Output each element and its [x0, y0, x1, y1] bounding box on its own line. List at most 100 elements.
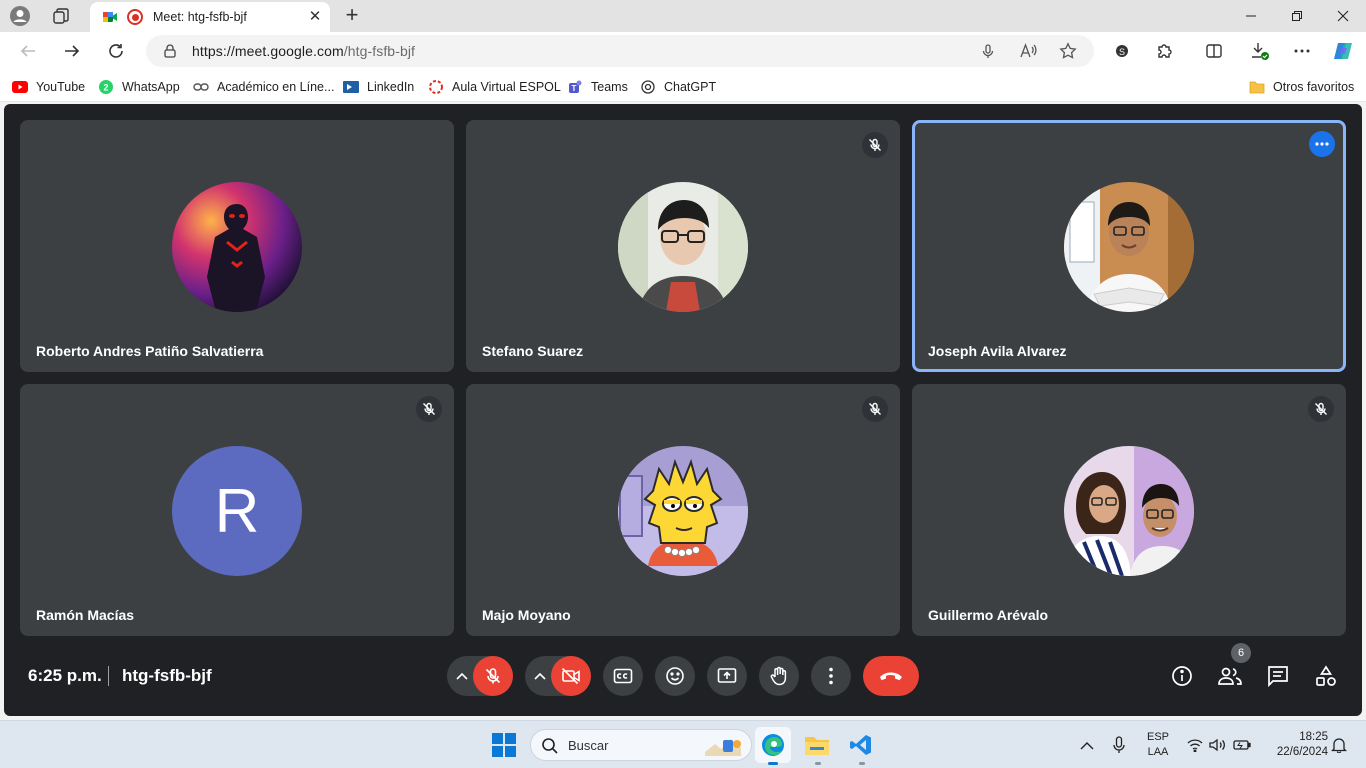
microphone-toggle-button[interactable] [473, 656, 513, 696]
raise-hand-button[interactable] [759, 656, 799, 696]
input-language[interactable]: ESP LAA [1142, 730, 1174, 760]
chevron-up-icon[interactable] [533, 668, 547, 684]
audio-control-group [447, 656, 513, 696]
edge-taskbar-app[interactable] [755, 727, 791, 763]
meeting-details-icon[interactable] [1169, 663, 1195, 689]
restore-button[interactable] [1274, 0, 1320, 32]
video-control-group [525, 656, 591, 696]
taskbar-search-box[interactable]: Buscar [530, 729, 752, 761]
participant-tile[interactable]: Guillermo Arévalo [912, 384, 1346, 636]
bookmark-label: Otros favoritos [1273, 80, 1355, 94]
back-icon[interactable] [14, 38, 42, 64]
leave-call-button[interactable] [863, 656, 919, 696]
folder-icon [1249, 79, 1265, 95]
bookmark-linkedin[interactable]: LinkedIn [343, 78, 414, 96]
microphone-icon[interactable] [978, 41, 998, 61]
windows-start-icon[interactable] [492, 733, 516, 757]
favorite-star-icon[interactable] [1058, 41, 1078, 61]
aula-virtual-icon [428, 79, 444, 95]
youtube-icon [12, 79, 28, 95]
chevron-up-icon[interactable] [455, 668, 469, 684]
participant-avatar [1064, 182, 1194, 312]
mic-off-icon [416, 396, 442, 422]
close-window-button[interactable] [1320, 0, 1366, 32]
bookmark-label: LinkedIn [367, 80, 415, 94]
captions-button[interactable] [603, 656, 643, 696]
people-icon[interactable] [1217, 663, 1243, 689]
split-screen-icon[interactable] [1202, 40, 1226, 62]
downloads-icon[interactable] [1248, 40, 1272, 62]
tab-meet[interactable]: Meet: htg-fsfb-bjf ✕ [90, 2, 330, 32]
meeting-code: htg-fsfb-bjf [122, 666, 212, 685]
new-tab-button[interactable]: + [340, 4, 364, 27]
notification-bell-icon[interactable] [1330, 736, 1348, 754]
close-tab-icon[interactable]: ✕ [306, 8, 324, 26]
lock-icon[interactable] [162, 43, 178, 59]
search-highlight-icon [701, 734, 745, 758]
participant-name: Joseph Avila Alvarez [928, 343, 1067, 359]
bookmark-teams[interactable]: T Teams [567, 78, 628, 96]
app-indicator [859, 762, 865, 765]
profile-icon[interactable] [8, 4, 32, 28]
participant-tile-active[interactable]: Joseph Avila Alvarez [912, 120, 1346, 372]
volume-icon[interactable] [1209, 736, 1227, 754]
bookmark-otros-favoritos[interactable]: Otros favoritos [1249, 78, 1354, 96]
participant-avatar [618, 182, 748, 312]
url-path: /htg-fsfb-bjf [343, 43, 416, 59]
link-icon [193, 79, 209, 95]
svg-text:T: T [572, 84, 577, 93]
vscode-taskbar-app[interactable] [843, 727, 879, 763]
bookmark-aula-virtual[interactable]: Aula Virtual ESPOL [428, 78, 561, 96]
clock-date: 22/6/2024 [1276, 746, 1328, 758]
battery-icon[interactable] [1233, 736, 1251, 754]
chatgpt-icon [640, 79, 656, 95]
copilot-icon[interactable] [1331, 40, 1355, 62]
search-placeholder: Buscar [568, 738, 609, 753]
whatsapp-icon: 2 [98, 79, 114, 95]
bookmark-academico[interactable]: Académico en Líne... [193, 78, 334, 96]
keyboard-layout: LAA [1147, 746, 1169, 758]
read-aloud-icon[interactable] [1018, 41, 1038, 61]
present-screen-button[interactable] [707, 656, 747, 696]
forward-icon[interactable] [58, 38, 86, 64]
windows-taskbar: Buscar ESP LAA 18:25 22/6/2024 [0, 720, 1366, 768]
more-options-icon[interactable] [1309, 131, 1335, 157]
participant-tile[interactable]: Stefano Suarez [466, 120, 900, 372]
system-clock[interactable]: 18:25 22/6/2024 [1262, 730, 1328, 760]
chevron-up-icon[interactable] [1078, 736, 1096, 754]
participant-tile[interactable]: R Ramón Macías [20, 384, 454, 636]
more-options-button[interactable] [811, 656, 851, 696]
address-bar[interactable]: https://meet.google.com/htg-fsfb-bjf [146, 35, 1094, 67]
svg-text:2: 2 [103, 83, 108, 93]
linkedin-icon [343, 79, 359, 95]
participant-tile[interactable]: Majo Moyano [466, 384, 900, 636]
participant-tile[interactable]: Roberto Andres Patiño Salvatierra [20, 120, 454, 372]
participant-avatar [172, 182, 302, 312]
camera-toggle-button[interactable] [551, 656, 591, 696]
bookmark-chatgpt[interactable]: ChatGPT [640, 78, 716, 96]
minimize-button[interactable] [1228, 0, 1274, 32]
search-icon [541, 737, 559, 755]
more-options-icon[interactable] [1290, 40, 1314, 62]
url-host: https://meet.google.com [192, 43, 344, 59]
participant-name: Ramón Macías [36, 607, 135, 623]
browser-toolbar: https://meet.google.com/htg-fsfb-bjf S [0, 32, 1366, 70]
extensions-puzzle-icon[interactable] [1153, 40, 1177, 62]
activities-icon[interactable] [1313, 663, 1339, 689]
file-explorer-taskbar-app[interactable] [799, 727, 835, 763]
participant-avatar [618, 446, 748, 576]
emoji-reaction-button[interactable] [655, 656, 695, 696]
recording-icon [127, 9, 143, 25]
bookmark-whatsapp[interactable]: 2 WhatsApp [98, 78, 180, 96]
workspaces-icon[interactable] [50, 6, 72, 26]
wifi-icon[interactable] [1186, 736, 1204, 754]
refresh-icon[interactable] [102, 38, 130, 64]
participant-name: Stefano Suarez [482, 343, 584, 359]
extension-s-icon[interactable]: S [1110, 40, 1134, 62]
bookmark-label: Teams [591, 80, 628, 94]
chat-icon[interactable] [1265, 663, 1291, 689]
mic-off-icon [862, 396, 888, 422]
microphone-icon[interactable] [1110, 736, 1128, 754]
bookmark-youtube[interactable]: YouTube [12, 78, 85, 96]
url-text[interactable]: https://meet.google.com/htg-fsfb-bjf [192, 43, 415, 59]
